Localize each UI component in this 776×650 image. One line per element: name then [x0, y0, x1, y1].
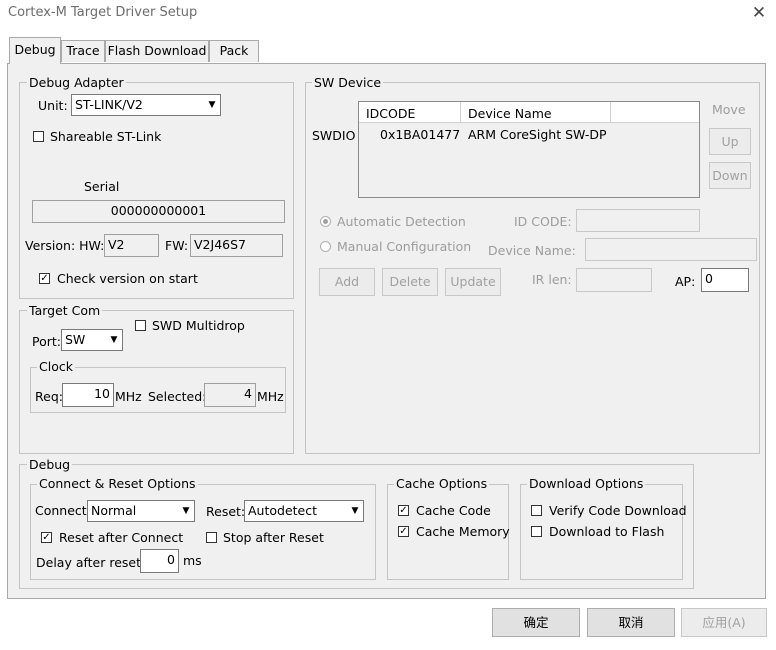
reset-after-connect-label: Reset after Connect	[59, 530, 184, 545]
tab-trace[interactable]: Trace	[61, 40, 105, 62]
chevron-down-icon: ▼	[208, 100, 216, 110]
cache-code-label: Cache Code	[416, 503, 491, 518]
device-name-label: Device Name:	[488, 243, 576, 258]
mhz-label: MHz	[115, 389, 142, 404]
port-select[interactable]: SW ▼	[61, 329, 123, 351]
unit-value: ST-LINK/V2	[75, 97, 143, 112]
mhz-label-2: MHz	[257, 389, 284, 404]
unit-label: Unit:	[38, 98, 68, 113]
reset-after-connect-checkbox[interactable]: ✓	[41, 532, 52, 543]
connect-value: Normal	[91, 503, 137, 518]
fw-field: V2J46S7	[190, 234, 283, 257]
tab-debug[interactable]: Debug	[9, 37, 61, 64]
ap-field[interactable]: 0	[701, 268, 749, 292]
req-label: Req:	[35, 389, 63, 404]
download-flash-checkbox[interactable]	[531, 526, 542, 537]
chevron-down-icon: ▼	[351, 506, 359, 516]
cancel-button[interactable]: 取消	[587, 608, 675, 637]
up-button[interactable]: Up	[709, 128, 751, 155]
reset-label: Reset:	[206, 504, 246, 519]
column-divider	[610, 102, 611, 122]
unit-select[interactable]: ST-LINK/V2 ▼	[71, 94, 221, 116]
auto-detect-radio[interactable]	[320, 216, 331, 227]
connect-reset-label: Connect & Reset Options	[37, 476, 198, 491]
cache-options-label: Cache Options	[394, 476, 490, 491]
cache-code-checkbox[interactable]: ✓	[398, 505, 409, 516]
apply-button[interactable]: 应用(A)	[681, 608, 767, 637]
device-name-field[interactable]	[585, 238, 757, 261]
reset-value: Autodetect	[248, 503, 318, 518]
column-idcode: IDCODE	[366, 106, 416, 121]
swd-multidrop-checkbox[interactable]	[135, 320, 146, 331]
tab-pack[interactable]: Pack	[209, 40, 259, 62]
delay-label: Delay after reset:	[36, 555, 146, 570]
ms-label: ms	[183, 553, 202, 568]
serial-field: 000000000001	[32, 200, 285, 223]
selected-field: 4	[204, 383, 256, 407]
cache-memory-label: Cache Memory	[416, 524, 510, 539]
shareable-checkbox[interactable]	[33, 131, 44, 142]
id-code-field[interactable]	[576, 209, 700, 232]
target-com-label: Target Com	[27, 303, 103, 318]
port-label: Port:	[32, 334, 61, 349]
check-version-checkbox[interactable]: ✓	[39, 273, 50, 284]
window-title: Cortex-M Target Driver Setup	[8, 5, 198, 20]
check-version-label: Check version on start	[57, 271, 198, 286]
hw-field: V2	[104, 234, 159, 257]
delay-field[interactable]: 0	[140, 549, 179, 573]
connect-select[interactable]: Normal ▼	[87, 500, 195, 522]
verify-code-label: Verify Code Download	[549, 503, 687, 518]
shareable-label: Shareable ST-Link	[50, 129, 162, 144]
req-field[interactable]: 10	[62, 383, 114, 407]
verify-code-checkbox[interactable]	[531, 505, 542, 516]
debug-adapter-label: Debug Adapter	[27, 75, 126, 90]
move-label: Move	[712, 102, 746, 117]
selected-label: Selected:	[148, 389, 207, 404]
column-device-name: Device Name	[468, 106, 552, 121]
column-divider	[460, 102, 461, 122]
port-value: SW	[65, 332, 86, 347]
serial-label: Serial	[84, 179, 120, 194]
ir-len-label: IR len:	[532, 272, 572, 287]
chevron-down-icon: ▼	[110, 335, 118, 345]
tab-flash-download[interactable]: Flash Download	[105, 40, 209, 62]
manual-config-radio[interactable]	[320, 241, 331, 252]
swdio-label: SWDIO	[312, 128, 356, 143]
row-device-name[interactable]: ARM CoreSight SW-DP	[468, 127, 607, 142]
auto-detect-label: Automatic Detection	[337, 214, 466, 229]
download-options-label: Download Options	[527, 476, 646, 491]
debug-label: Debug	[27, 457, 73, 472]
chevron-down-icon: ▼	[182, 506, 190, 516]
stop-after-reset-label: Stop after Reset	[223, 530, 324, 545]
connect-label: Connect:	[35, 503, 91, 518]
ir-len-field[interactable]	[576, 268, 652, 292]
reset-select[interactable]: Autodetect ▼	[244, 500, 364, 522]
id-code-label: ID CODE:	[514, 214, 572, 229]
add-button[interactable]: Add	[319, 268, 375, 296]
download-flash-label: Download to Flash	[549, 524, 665, 539]
stop-after-reset-checkbox[interactable]	[206, 532, 217, 543]
ok-button[interactable]: 确定	[492, 608, 580, 637]
clock-label: Clock	[37, 359, 75, 374]
cache-memory-checkbox[interactable]: ✓	[398, 526, 409, 537]
sw-device-label: SW Device	[312, 75, 384, 90]
ap-label: AP:	[675, 274, 696, 289]
version-hw-label: Version: HW:	[25, 238, 105, 253]
row-idcode[interactable]: 0x1BA01477	[380, 127, 460, 142]
close-icon[interactable]: ✕	[748, 2, 770, 24]
delete-button[interactable]: Delete	[382, 268, 438, 296]
fw-label: FW:	[165, 238, 189, 253]
manual-config-label: Manual Configuration	[337, 239, 472, 254]
down-button[interactable]: Down	[709, 162, 751, 189]
swd-multidrop-label: SWD Multidrop	[152, 318, 245, 333]
update-button[interactable]: Update	[445, 268, 501, 296]
